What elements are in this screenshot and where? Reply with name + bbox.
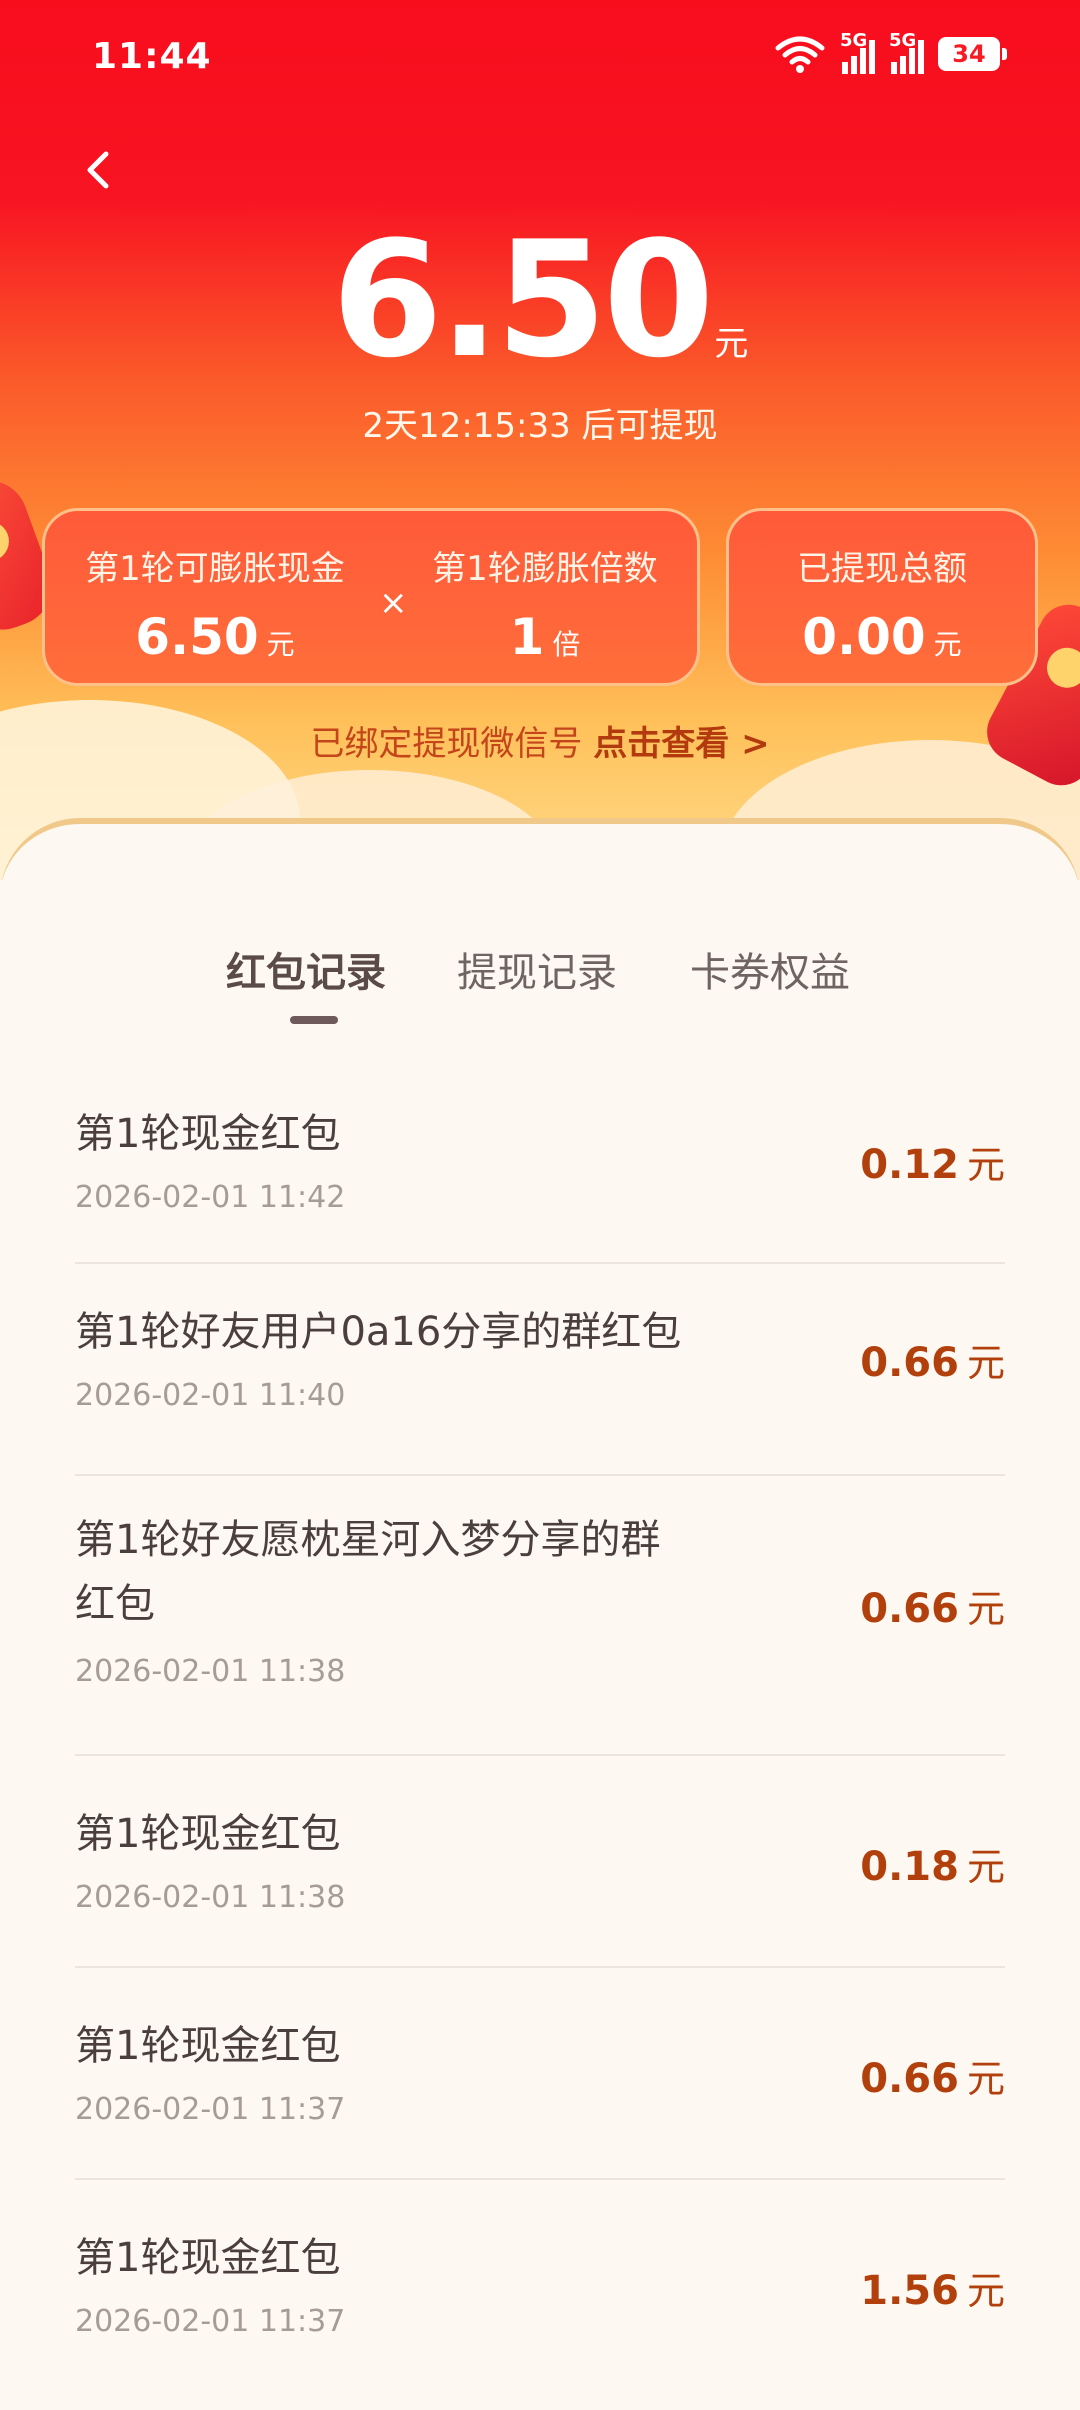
chevron-left-icon	[87, 151, 109, 189]
record-tabs: 红包记录 提现记录 卡券权益	[0, 940, 1080, 1030]
record-amount: 1.56 元	[860, 2268, 1005, 2314]
expansion-multiplier: 第1轮膨胀倍数 1倍	[432, 549, 658, 666]
record-time: 2026-02-01 11:38	[75, 1880, 346, 1915]
header-curve	[0, 818, 1080, 880]
battery-icon: 34	[938, 37, 1007, 71]
withdraw-countdown: 2天12:15:33 后可提现	[362, 406, 718, 446]
back-button[interactable]	[70, 140, 130, 200]
record-time: 2026-02-01 11:40	[75, 1378, 346, 1413]
record-amount: 0.66 元	[860, 2056, 1005, 2102]
cash-amount: 6.50 元	[0, 220, 1080, 380]
cash-amount-value: 6.50	[331, 206, 715, 393]
list-item[interactable]: 第1轮现金红包 2026-02-01 11:37 0.66 元	[75, 1968, 1005, 2180]
record-list: 第1轮现金红包 2026-02-01 11:42 0.12 元 第1轮好友用户0a…	[75, 1052, 1005, 2410]
wifi-icon	[775, 36, 825, 73]
expansion-card: 第1轮可膨胀现金 6.50 元 × 第1轮膨胀倍数 1倍	[42, 508, 700, 686]
record-title: 第1轮现金红包	[75, 2235, 341, 2281]
multiply-sign: ×	[379, 583, 408, 623]
status-time: 11:44	[92, 36, 212, 77]
list-item[interactable]: 第1轮好友用户0a16分享的群红包 2026-02-01 11:40 0.66 元	[75, 1264, 1005, 1476]
wechat-bind-info: 已绑定提现微信号 点击查看 >	[310, 724, 770, 764]
record-time: 2026-02-01 11:38	[75, 1654, 346, 1689]
list-item[interactable]: 第1轮现金红包 2026-02-01 11:38 0.18 元	[75, 1756, 1005, 1968]
tab-coupon-benefits[interactable]: 卡券权益	[690, 940, 850, 998]
record-amount: 0.66 元	[860, 1586, 1005, 1632]
list-item[interactable]: 第1轮现金红包 2026-02-01 11:37 1.56 元	[75, 2180, 1005, 2410]
tab-indicator	[290, 1016, 338, 1024]
record-title: 第1轮好友用户0a16分享的群红包	[75, 1309, 682, 1355]
record-time: 2026-02-01 11:42	[75, 1180, 346, 1215]
record-title: 第1轮好友愿枕星河入梦分享的群红包	[75, 1517, 661, 1627]
record-amount: 0.66 元	[860, 1340, 1005, 1386]
list-item[interactable]: 第1轮现金红包 2026-02-01 11:42 0.12 元	[75, 1052, 1005, 1264]
record-amount: 0.12 元	[860, 1142, 1005, 1188]
record-time: 2026-02-01 11:37	[75, 2092, 346, 2127]
cash-amount-unit: 元	[714, 324, 749, 364]
record-title: 第1轮现金红包	[75, 1111, 341, 1157]
expandable-cash: 第1轮可膨胀现金 6.50 元	[85, 549, 345, 666]
tab-red-packet-records[interactable]: 红包记录	[226, 940, 386, 998]
view-wechat-link[interactable]: 点击查看 >	[593, 724, 769, 764]
record-amount: 0.18 元	[860, 1844, 1005, 1890]
record-title: 第1轮现金红包	[75, 1811, 341, 1857]
list-item[interactable]: 第1轮好友愿枕星河入梦分享的群红包 2026-02-01 11:38 0.66 元	[75, 1476, 1005, 1756]
record-time: 2026-02-01 11:37	[75, 2304, 346, 2339]
signal-icon: 5G	[840, 30, 875, 74]
withdrawn-total: 已提现总额 0.00 元	[797, 549, 967, 666]
record-title: 第1轮现金红包	[75, 2023, 341, 2069]
status-icons: 5G 5G 34	[774, 30, 1007, 74]
signal-icon: 5G	[889, 30, 924, 74]
tab-withdraw-records[interactable]: 提现记录	[457, 940, 617, 998]
status-bar: 11:44 5G 5G 34	[0, 0, 1080, 120]
withdrawn-total-card: 已提现总额 0.00 元	[726, 508, 1038, 686]
